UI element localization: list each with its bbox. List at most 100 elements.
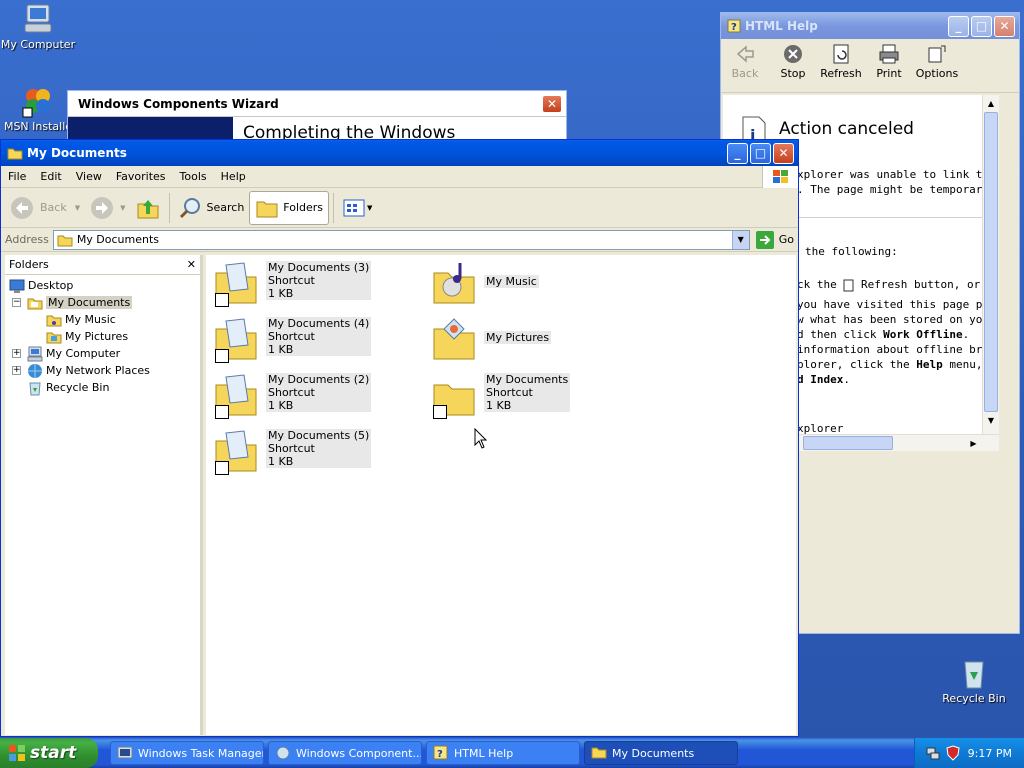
tree-item-my-network-places[interactable]: My Network Places bbox=[27, 362, 150, 379]
search-button[interactable]: Search bbox=[174, 191, 250, 225]
help-title: HTML Help bbox=[745, 19, 818, 33]
forward-button[interactable]: ▼ bbox=[85, 191, 130, 225]
help-maximize-button[interactable]: □ bbox=[971, 15, 992, 37]
menu-tools[interactable]: Tools bbox=[173, 170, 214, 183]
menu-edit[interactable]: Edit bbox=[33, 170, 68, 183]
help-line-9-start: plorer, click the bbox=[797, 358, 910, 371]
explorer-titlebar[interactable]: My Documents _ □ ✕ bbox=[1, 140, 798, 166]
file-details: My Documents (5) Shortcut 1 KB bbox=[266, 429, 372, 468]
views-dropdown-arrow[interactable]: ▼ bbox=[367, 204, 372, 212]
help-vertical-scrollbar[interactable]: ▲ ▼ bbox=[982, 95, 999, 435]
file-type: Shortcut bbox=[268, 386, 315, 399]
up-folder-button[interactable] bbox=[131, 191, 165, 225]
desktop-icon-recycle-bin[interactable]: Recycle Bin bbox=[936, 656, 1012, 705]
shortcut-arrow-icon bbox=[433, 405, 447, 419]
address-dropdown-button[interactable]: ▼ bbox=[731, 230, 749, 249]
menu-favorites[interactable]: Favorites bbox=[109, 170, 173, 183]
file-item-my-documents-shortcut[interactable]: My Documents Shortcut 1 KB bbox=[432, 373, 571, 419]
desktop-icon-msn-installer[interactable]: MSN Installe bbox=[0, 84, 76, 133]
scroll-down-arrow[interactable]: ▼ bbox=[983, 412, 999, 429]
help-refresh-button[interactable]: Refresh bbox=[817, 43, 865, 80]
back-dropdown-arrow[interactable]: ▼ bbox=[75, 204, 80, 212]
go-button[interactable]: Go bbox=[755, 230, 794, 249]
back-button[interactable]: Back ▼ bbox=[5, 191, 85, 225]
wizard-icon bbox=[276, 746, 290, 760]
stop-icon bbox=[784, 45, 802, 63]
security-shield-icon[interactable] bbox=[945, 745, 961, 761]
shortcut-folder-icon bbox=[214, 373, 260, 419]
file-item-my-documents-2[interactable]: My Documents (2) Shortcut 1 KB bbox=[214, 373, 372, 419]
forward-dropdown-arrow[interactable]: ▼ bbox=[120, 204, 125, 212]
shortcut-arrow-icon bbox=[215, 349, 229, 363]
scroll-thumb[interactable] bbox=[984, 112, 998, 412]
taskbar-button-my-documents[interactable]: My Documents bbox=[584, 741, 738, 765]
clock[interactable]: 9:17 PM bbox=[968, 747, 1012, 760]
menu-help[interactable]: Help bbox=[214, 170, 253, 183]
printer-icon bbox=[879, 44, 899, 64]
tree-label: My Network Places bbox=[46, 364, 150, 377]
file-item-my-documents-5[interactable]: My Documents (5) Shortcut 1 KB bbox=[214, 429, 372, 475]
tree-item-my-computer[interactable]: My Computer bbox=[27, 345, 120, 362]
help-back-label: Back bbox=[731, 67, 759, 80]
tree-item-my-documents[interactable]: My Documents bbox=[27, 294, 133, 311]
recycle-bin-icon bbox=[964, 661, 984, 689]
explorer-minimize-button[interactable]: _ bbox=[727, 142, 748, 164]
tree-expander-my-computer[interactable]: + bbox=[12, 349, 21, 358]
folders-button[interactable]: Folders bbox=[249, 190, 330, 225]
task-label: My Documents bbox=[612, 746, 695, 760]
folders-pane-close-button[interactable]: ✕ bbox=[187, 258, 196, 271]
file-list-view: My Documents (3) Shortcut 1 KB My Docume… bbox=[206, 255, 796, 735]
file-details: My Documents Shortcut 1 KB bbox=[484, 373, 571, 412]
options-icon bbox=[928, 45, 946, 63]
views-button[interactable]: ▼ bbox=[338, 191, 377, 225]
file-item-my-music[interactable]: My Music bbox=[432, 261, 539, 307]
scroll-up-arrow[interactable]: ▲ bbox=[983, 95, 999, 112]
help-back-button[interactable]: Back bbox=[721, 43, 769, 80]
work-offline-link[interactable]: Work Offline bbox=[883, 328, 962, 341]
scroll-h-thumb[interactable] bbox=[803, 436, 893, 450]
tree-label: Desktop bbox=[28, 279, 74, 292]
desktop-icon-my-computer[interactable]: My Computer bbox=[0, 2, 76, 51]
menu-file[interactable]: File bbox=[1, 170, 33, 183]
scroll-right-arrow[interactable]: ▶ bbox=[965, 435, 982, 451]
file-details: My Documents (4) Shortcut 1 KB bbox=[266, 317, 372, 356]
tree-item-desktop[interactable]: Desktop bbox=[9, 277, 73, 294]
wizard-titlebar[interactable]: Windows Components Wizard ✕ bbox=[68, 91, 566, 117]
taskbar-button-components-wizard[interactable]: Windows Component... bbox=[268, 741, 422, 765]
folder-icon bbox=[591, 747, 607, 759]
help-line-2: . The page might be temporarily u bbox=[797, 183, 999, 196]
computer-icon bbox=[27, 346, 43, 361]
help-minimize-button[interactable]: _ bbox=[948, 15, 969, 37]
help-titlebar[interactable]: ? HTML Help _ □ ✕ bbox=[721, 13, 1019, 39]
wizard-close-button[interactable]: ✕ bbox=[542, 94, 562, 113]
help-icon: ? bbox=[433, 745, 448, 760]
my-documents-window[interactable]: My Documents _ □ ✕ File Edit View Favori… bbox=[0, 139, 799, 737]
explorer-close-button[interactable]: ✕ bbox=[773, 142, 794, 164]
taskbar-button-html-help[interactable]: ? HTML Help bbox=[426, 741, 580, 765]
file-item-my-documents-4[interactable]: My Documents (4) Shortcut 1 KB bbox=[214, 317, 372, 363]
file-size: 1 KB bbox=[268, 287, 294, 300]
network-icon bbox=[28, 363, 42, 378]
start-button[interactable]: start bbox=[0, 738, 98, 768]
address-field[interactable]: My Documents ▼ bbox=[52, 229, 750, 250]
file-type: Shortcut bbox=[268, 330, 315, 343]
mouse-cursor bbox=[474, 428, 488, 449]
task-label: Windows Component... bbox=[296, 746, 422, 760]
help-print-button[interactable]: Print bbox=[865, 43, 913, 80]
tree-expander-my-network-places[interactable]: + bbox=[12, 366, 21, 375]
help-line-8: information about offline browsing bbox=[797, 343, 999, 356]
taskbar-button-task-manager[interactable]: Windows Task Manager bbox=[110, 741, 264, 765]
tree-item-my-pictures[interactable]: My Pictures bbox=[46, 328, 128, 345]
tree-expander-my-documents[interactable]: − bbox=[12, 298, 21, 307]
explorer-maximize-button[interactable]: □ bbox=[750, 142, 771, 164]
help-stop-button[interactable]: Stop bbox=[769, 43, 817, 80]
menu-view[interactable]: View bbox=[69, 170, 109, 183]
file-item-my-documents-3[interactable]: My Documents (3) Shortcut 1 KB bbox=[214, 261, 372, 307]
tree-item-recycle-bin[interactable]: Recycle Bin bbox=[27, 379, 109, 396]
network-tray-icon[interactable] bbox=[925, 745, 941, 761]
help-options-button[interactable]: Options bbox=[913, 43, 961, 80]
tree-item-my-music[interactable]: My Music bbox=[46, 311, 116, 328]
help-line-6: w what has been stored on your co bbox=[797, 313, 999, 326]
file-item-my-pictures[interactable]: My Pictures bbox=[432, 317, 552, 363]
help-close-button[interactable]: ✕ bbox=[994, 15, 1015, 37]
